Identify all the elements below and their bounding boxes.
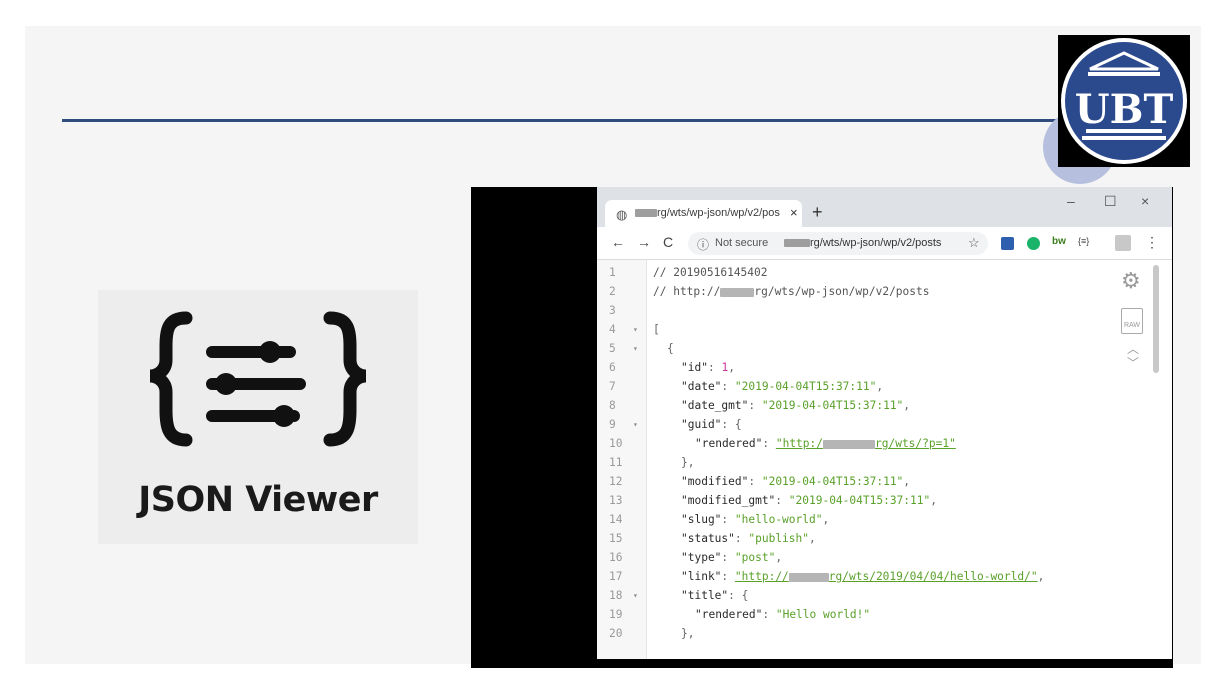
code-line: 3	[609, 304, 616, 317]
ubt-logo: UBT	[1058, 35, 1190, 167]
code-line: 12 "modified": "2019-04-04T15:37:11",	[609, 475, 911, 488]
fold-toggle-icon[interactable]: ▾	[633, 415, 638, 434]
fold-toggle-icon[interactable]: ▾	[633, 320, 638, 339]
post-link[interactable]: "http://rg/wts/2019/04/04/hello-world/"	[735, 570, 1038, 583]
new-tab-icon[interactable]: +	[812, 202, 823, 223]
json-viewer-title: JSON Viewer	[138, 480, 378, 520]
code-line: 18 ▾ "title": {	[597, 586, 1137, 605]
code-line: 16 "type": "post",	[609, 551, 783, 564]
profile-avatar[interactable]	[1115, 235, 1131, 251]
tab-bar: ◍ rg/wts/wp-json/wp/v2/pos × + – ☐ ×	[597, 187, 1172, 227]
code-line: 4 ▾[	[597, 320, 1137, 339]
fold-toggle-icon[interactable]: ▾	[633, 586, 638, 605]
back-icon[interactable]: ←	[611, 234, 625, 250]
code-line: 9 ▾ "guid": {	[597, 415, 1137, 434]
code-line: 13 "modified_gmt": "2019-04-04T15:37:11",	[609, 494, 937, 507]
url-text: rg/wts/wp-json/wp/v2/posts	[784, 237, 941, 249]
tab-title: rg/wts/wp-json/wp/v2/pos	[635, 207, 783, 219]
menu-icon[interactable]: ⋮	[1145, 234, 1159, 251]
minimize-icon[interactable]: –	[1067, 193, 1075, 209]
code-line: 20},	[609, 627, 695, 640]
grammarly-icon[interactable]	[1027, 237, 1040, 250]
guid-link[interactable]: "http:/rg/wts/?p=1"	[776, 437, 956, 450]
chevron-down-icon[interactable]: ﹀	[1127, 354, 1139, 371]
code-line: 7 "date": "2019-04-04T15:37:11",	[609, 380, 884, 393]
bookmark-extension-icon[interactable]	[1001, 237, 1014, 250]
json-viewer-card: JSON Viewer	[98, 290, 418, 544]
code-line: 11},	[609, 456, 695, 469]
code-line: 14 "slug": "hello-world",	[609, 513, 830, 526]
browser-tab[interactable]: ◍ rg/wts/wp-json/wp/v2/pos ×	[605, 200, 802, 227]
code-line: 10 "rendered": "http:/rg/wts/?p=1"	[609, 437, 956, 450]
settings-gear-icon[interactable]: ⚙	[1121, 268, 1141, 294]
code-line: 6 "id": 1,	[609, 361, 735, 374]
json-viewer-icon	[149, 311, 367, 447]
title-rule	[62, 119, 1062, 122]
maximize-icon[interactable]: ☐	[1104, 193, 1117, 210]
code-line: 2// http://rg/wts/wp-json/wp/v2/posts	[609, 285, 930, 298]
browser-toolbar: ← → C ⓘ Not secure rg/wts/wp-json/wp/v2/…	[597, 227, 1172, 260]
code-line: 1// 20190516145402	[609, 266, 768, 279]
forward-icon[interactable]: →	[637, 234, 651, 250]
globe-icon: ◍	[616, 207, 628, 222]
code-line: 19 "rendered": "Hello world!"	[609, 608, 871, 621]
raw-view-icon[interactable]: RAW	[1121, 308, 1143, 334]
scrollbar-thumb[interactable]	[1153, 265, 1159, 373]
json-content: 1// 20190516145402 2// http://rg/wts/wp-…	[597, 260, 1172, 659]
window-close-icon[interactable]: ×	[1141, 193, 1149, 209]
fold-toggle-icon[interactable]: ▾	[633, 339, 638, 358]
bw-extension-icon[interactable]: bw	[1052, 236, 1066, 249]
address-bar[interactable]: ⓘ Not secure rg/wts/wp-json/wp/v2/posts …	[688, 232, 988, 255]
not-secure-label: Not secure	[715, 237, 769, 249]
tab-close-icon[interactable]: ×	[790, 205, 798, 220]
code-line: 5 ▾{	[597, 339, 1137, 358]
code-line: 15 "status": "publish",	[609, 532, 816, 545]
reload-icon[interactable]: C	[663, 234, 673, 250]
json-extension-icon[interactable]: {≡}	[1078, 236, 1091, 249]
browser-window: ◍ rg/wts/wp-json/wp/v2/pos × + – ☐ × ← →…	[597, 187, 1172, 659]
logo-text: UBT	[1075, 86, 1174, 133]
code-line: 8 "date_gmt": "2019-04-04T15:37:11",	[609, 399, 911, 412]
code-line: 17 "link": "http://rg/wts/2019/04/04/hell…	[609, 570, 1045, 583]
info-icon[interactable]: ⓘ	[697, 236, 709, 253]
bookmark-star-icon[interactable]: ☆	[968, 235, 980, 251]
